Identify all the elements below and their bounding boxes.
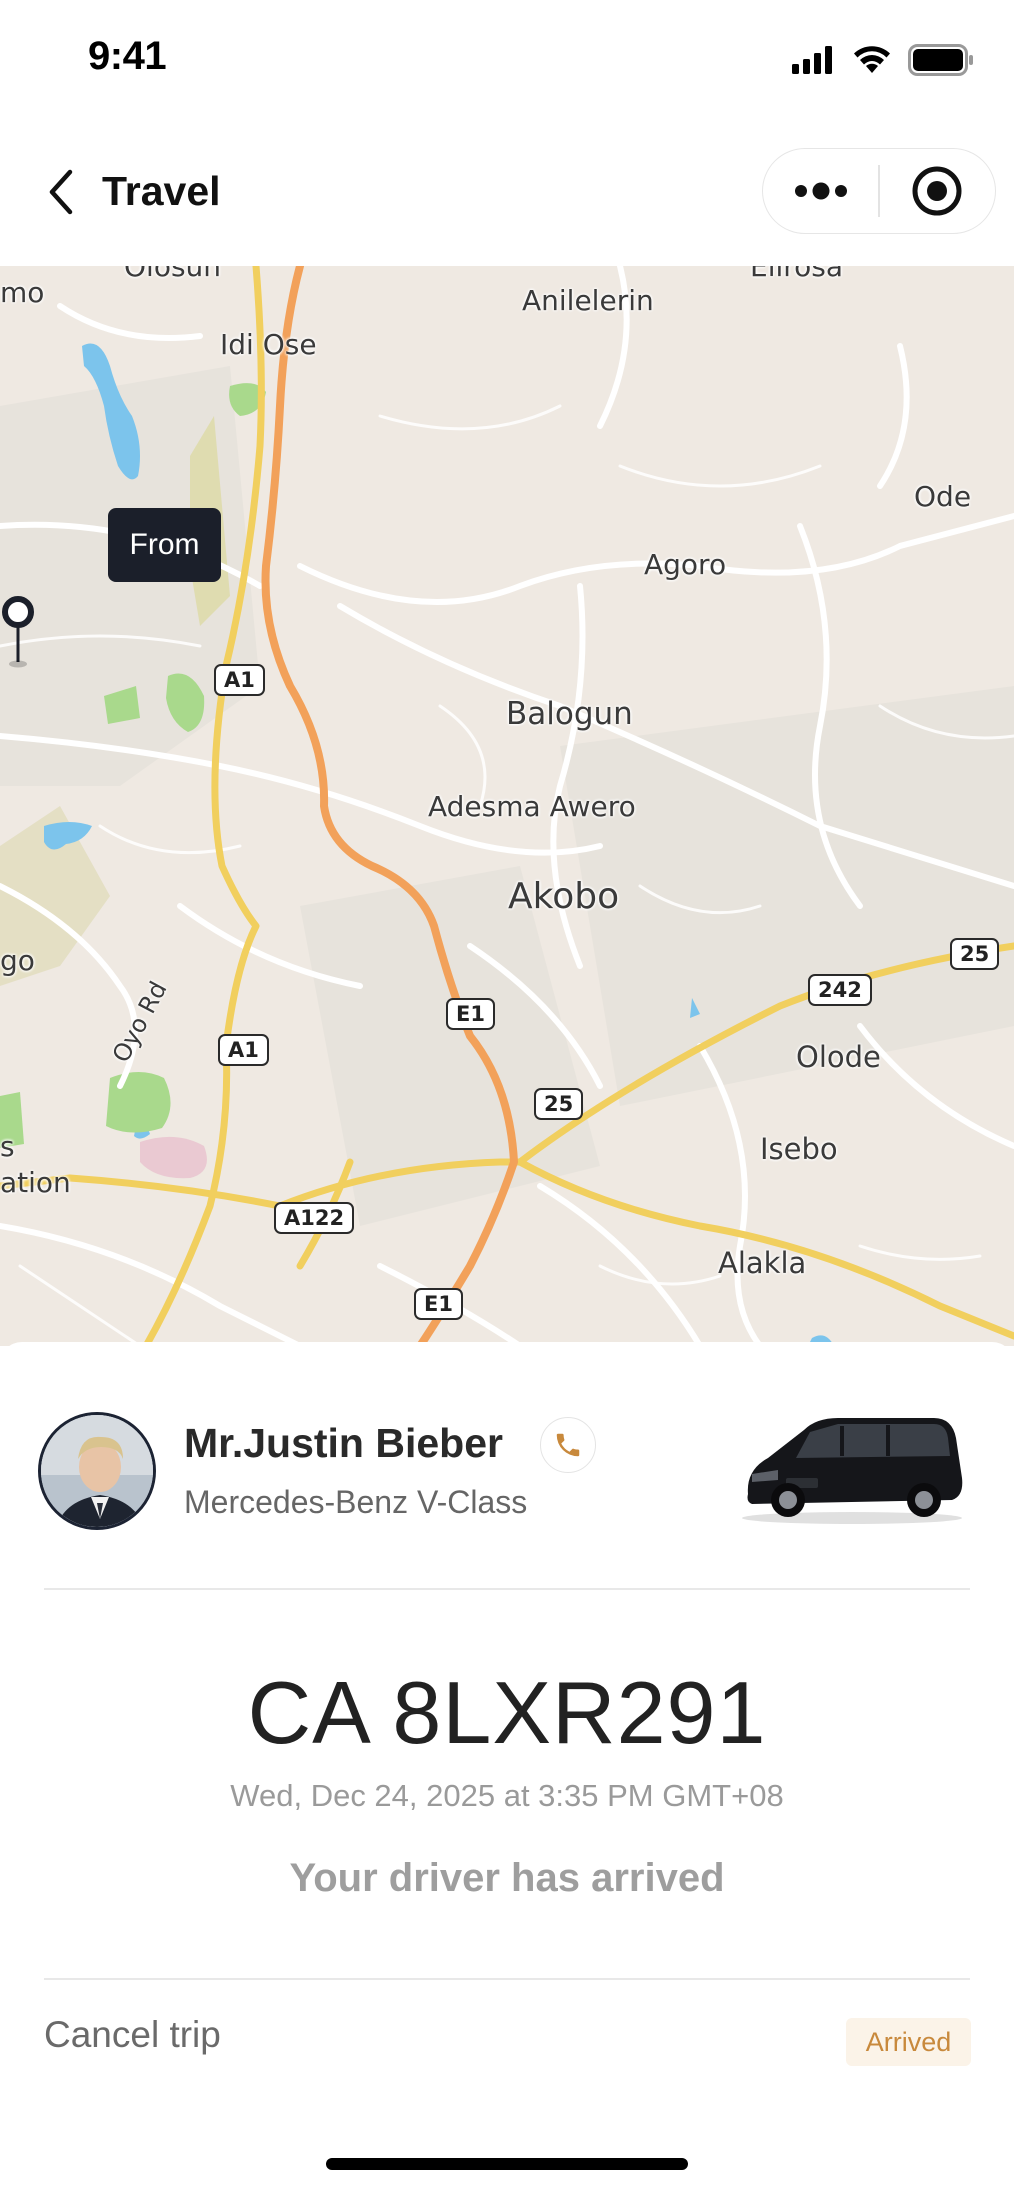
page-title: Travel [102, 168, 221, 214]
driver-name: Mr.Justin Bieber [184, 1420, 503, 1466]
trip-status-message: Your driver has arrived [289, 1856, 725, 1900]
call-driver-button[interactable] [540, 1417, 596, 1473]
divider-top [44, 1588, 970, 1590]
pickup-tooltip[interactable]: From [108, 508, 221, 582]
map-label-adesma-awero: Adesma Awero [428, 790, 636, 823]
divider-bottom [44, 1978, 970, 1980]
road-badge-25-mid: 25 [534, 1088, 584, 1120]
road-badge-a1-mid: A1 [218, 1034, 269, 1066]
target-icon [912, 166, 962, 216]
map-label-akobo: Akobo [508, 876, 620, 917]
more-dots-icon [794, 182, 847, 200]
map-label-alakla: Alakla [718, 1246, 807, 1280]
driver-photo [41, 1415, 153, 1527]
back-button[interactable] [36, 162, 86, 222]
nav-bar: Travel [0, 118, 1014, 266]
home-indicator[interactable] [326, 2158, 688, 2170]
license-plate: CA 8LXR291 [247, 1663, 767, 1762]
map-label-isebo: Isebo [760, 1132, 838, 1166]
map-label-agoro: Agoro [644, 548, 727, 581]
status-icons [792, 44, 974, 76]
road-badge-e1-mid: E1 [446, 998, 495, 1030]
road-badge-a1-top: A1 [214, 664, 265, 696]
trip-datetime: Wed, Dec 24, 2025 at 3:35 PM GMT+08 [230, 1778, 784, 1813]
trip-card: Mr.Justin Bieber Mercedes-Benz V-Class C… [0, 1342, 1014, 2196]
map-label-elirosa: Elirosa [750, 266, 844, 283]
road-badge-a122: A122 [274, 1202, 355, 1234]
map-view[interactable]: Olosun Elirosa mo Anilelerin Idi Ose Ode… [0, 266, 1014, 1346]
map-label-go: go [0, 944, 35, 977]
status-badge: Arrived [846, 2018, 971, 2066]
road-badge-242: 242 [808, 974, 872, 1006]
map-label-ation: ation [0, 1166, 71, 1199]
pickup-pin-icon[interactable] [0, 596, 36, 670]
map-label-idi-ose: Idi Ose [220, 328, 317, 361]
map-label-ode: Ode [914, 480, 972, 513]
avatar[interactable] [38, 1412, 156, 1530]
map-label-olode: Olode [796, 1040, 881, 1074]
map-label-s: s [0, 1130, 15, 1163]
status-bar: 9:41 [0, 0, 1014, 118]
map-label-mo: mo [0, 276, 45, 309]
cancel-trip-button[interactable]: Cancel trip [44, 2014, 221, 2056]
road-badge-25-right: 25 [950, 938, 1000, 970]
close-miniprogram-button[interactable] [880, 148, 995, 234]
road-badge-e1-bottom: E1 [414, 1288, 463, 1320]
more-button[interactable] [763, 148, 878, 234]
map-label-anilelerin: Anilelerin [522, 284, 654, 317]
battery-icon [908, 44, 973, 76]
map-label-balogun: Balogun [506, 696, 633, 732]
map-label-olosun: Olosun [124, 266, 222, 283]
car-image [742, 1418, 963, 1524]
car-model: Mercedes-Benz V-Class [184, 1484, 528, 1520]
mini-program-capsule [762, 148, 996, 234]
signal-icon [792, 46, 832, 74]
chevron-left-icon [49, 169, 73, 215]
status-time: 9:41 [88, 34, 167, 78]
phone-icon [556, 1433, 580, 1457]
wifi-icon [854, 46, 890, 73]
